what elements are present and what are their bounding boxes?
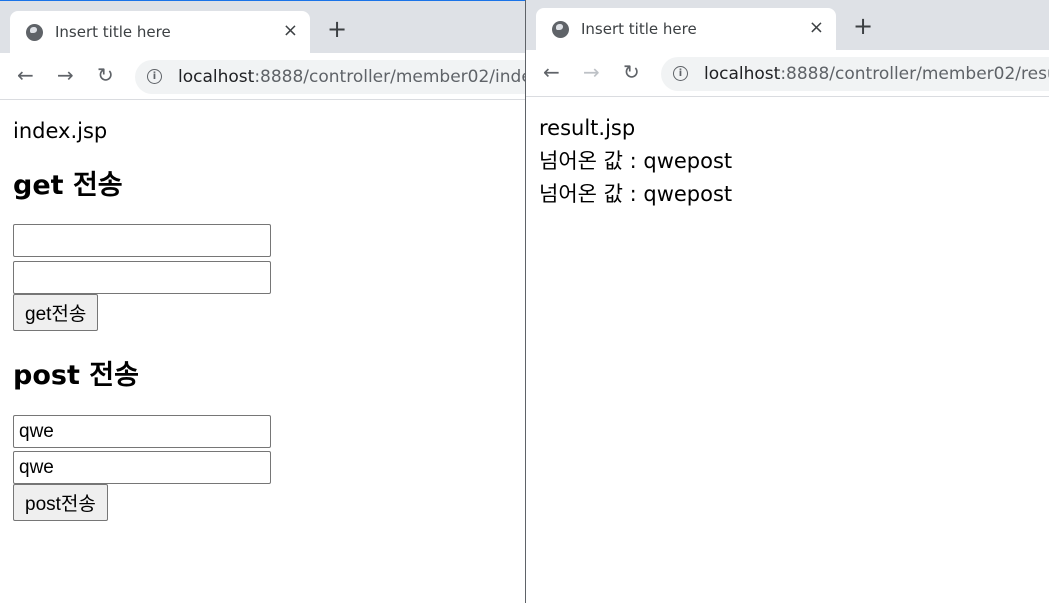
post-input-2[interactable] [13,451,271,484]
page-content: index.jsp get 전송 get전송 post 전송 post전송 [0,100,525,603]
tab-title: Insert title here [55,23,171,41]
tab-strip: Insert title here × + [526,0,1049,52]
browser-window-left: Insert title here × + ← → ↻ i localhost:… [0,0,525,603]
new-tab-icon[interactable]: + [327,17,347,41]
back-icon[interactable]: ← [543,61,560,83]
url-host: localhost [178,67,255,87]
url-text[interactable]: localhost:8888/controller/member02/resul… [704,64,1049,84]
url-path: :8888/controller/member02/result [780,64,1049,84]
page-filename: index.jsp [13,119,108,143]
toolbar: ← → ↻ i localhost:8888/controller/member… [526,50,1049,97]
globe-icon [552,21,569,38]
info-icon[interactable]: i [673,66,688,81]
post-submit-button[interactable]: post전송 [13,484,108,521]
tab-title: Insert title here [581,20,697,38]
result-line-2: 넘어온 값 : qwepost [539,182,733,206]
forward-icon[interactable]: → [583,61,600,83]
new-tab-icon[interactable]: + [853,14,873,38]
back-icon[interactable]: ← [17,64,34,86]
tab-strip: Insert title here × + [0,1,525,53]
page-content: result.jsp 넘어온 값 : qwepost 넘어온 값 : qwepo… [526,97,1049,603]
post-heading: post 전송 [13,360,139,391]
get-submit-button[interactable]: get전송 [13,294,99,331]
address-bar[interactable]: i localhost:8888/controller/member02/res… [661,57,1049,91]
get-heading: get 전송 [13,170,123,201]
close-icon[interactable]: × [283,20,298,41]
reload-icon[interactable]: ↻ [623,61,640,83]
close-icon[interactable]: × [809,17,824,38]
get-input-1[interactable] [13,224,271,257]
address-bar[interactable]: i localhost:8888/controller/member02/ind… [135,60,525,94]
toolbar: ← → ↻ i localhost:8888/controller/member… [0,53,525,100]
forward-icon[interactable]: → [57,64,74,86]
page-filename: result.jsp [539,116,636,140]
globe-icon [26,24,43,41]
url-host: localhost [704,64,781,84]
url-path: :8888/controller/member02/index [254,67,525,87]
info-icon[interactable]: i [147,69,162,84]
tab-active[interactable]: Insert title here × [10,11,310,53]
post-input-1[interactable] [13,415,271,448]
tab-active[interactable]: Insert title here × [536,8,836,52]
get-input-2[interactable] [13,261,271,294]
browser-window-right: Insert title here × + ← → ↻ i localhost:… [526,0,1049,603]
reload-icon[interactable]: ↻ [97,64,114,86]
url-text[interactable]: localhost:8888/controller/member02/index [178,67,525,87]
result-line-1: 넘어온 값 : qwepost [539,149,733,173]
